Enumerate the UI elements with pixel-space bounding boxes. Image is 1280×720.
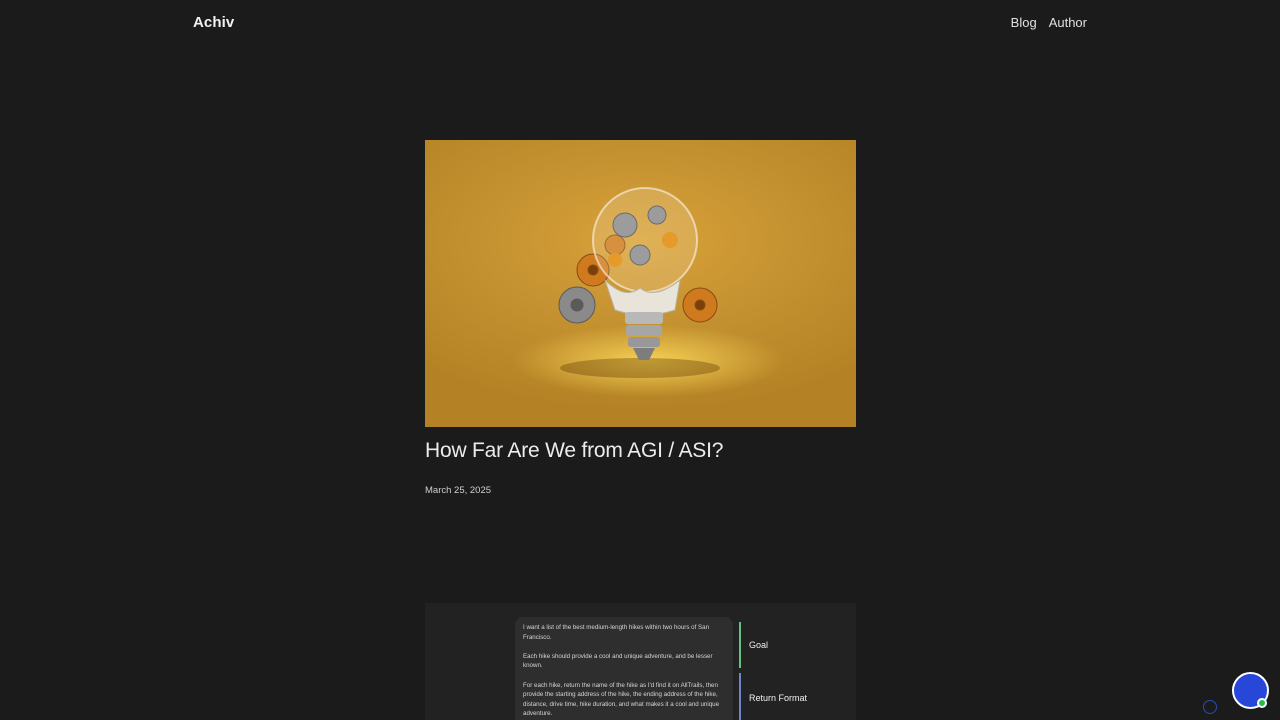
- article-preview-image: I want a list of the best medium-length …: [425, 603, 856, 720]
- prompt-paragraph: Each hike should provide a cool and uniq…: [523, 652, 713, 670]
- return-format-tag: Return Format: [739, 673, 839, 720]
- prompt-paragraph: I want a list of the best medium-length …: [523, 624, 710, 641]
- brand-logo[interactable]: Achiv: [193, 14, 234, 31]
- main-nav: Blog Author: [1011, 15, 1087, 30]
- prompt-paragraph: For each hike, return the name of the hi…: [523, 681, 720, 718]
- post-title[interactable]: How Far Are We from AGI / ASI?: [425, 439, 723, 463]
- accessibility-icon[interactable]: [1203, 700, 1217, 714]
- nav-blog-link[interactable]: Blog: [1011, 15, 1037, 30]
- post-date: March 25, 2025: [425, 485, 492, 496]
- goal-tag: Goal: [739, 622, 839, 668]
- page: Achiv Blog Author How Far Are We from AG…: [0, 0, 1280, 720]
- hero-image: [425, 140, 856, 427]
- online-status-dot: [1257, 698, 1267, 708]
- prompt-box: I want a list of the best medium-length …: [515, 617, 733, 720]
- lightbulb-illustration: [558, 187, 720, 378]
- nav-author-link[interactable]: Author: [1049, 15, 1087, 30]
